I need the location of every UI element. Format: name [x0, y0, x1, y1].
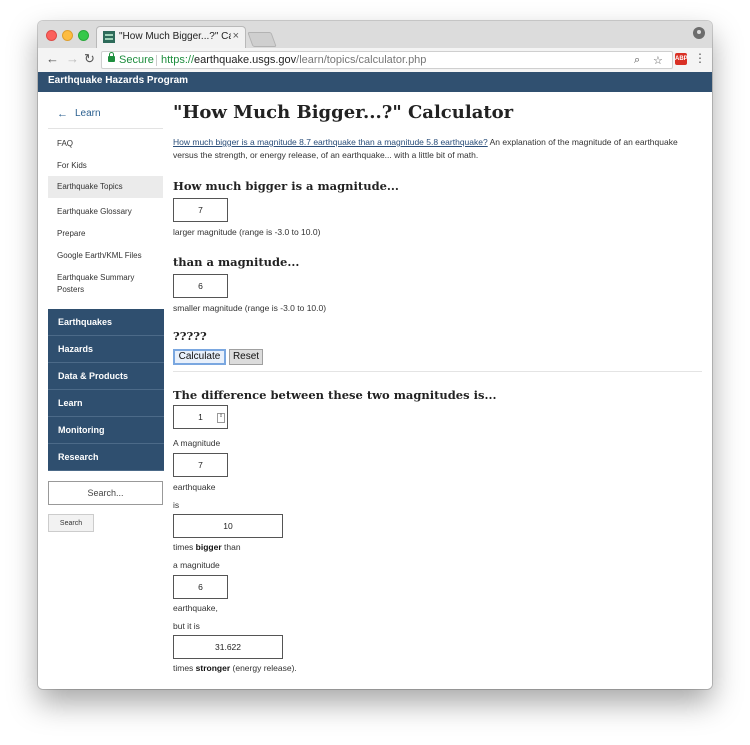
- url-text[interactable]: https://earthquake.usgs.gov/learn/topics…: [161, 54, 426, 66]
- earthquake-comma-label: earthquake,: [173, 603, 218, 613]
- sidebar-back-label: Learn: [75, 108, 101, 119]
- is-label: is: [173, 500, 180, 510]
- profile-icon[interactable]: [693, 27, 705, 39]
- browser-toolbar: ← → ↻ Secure https://earthquake.usgs.gov…: [38, 48, 712, 73]
- url-protocol: https://: [161, 54, 195, 66]
- but-it-is-label: but it is: [173, 621, 200, 631]
- sidebar-item-google-earth[interactable]: Google Earth/KML Files: [48, 248, 163, 264]
- stronger-output[interactable]: 31.622: [173, 635, 283, 659]
- adblock-extension-icon[interactable]: ABP: [675, 53, 688, 65]
- result-large-magnitude[interactable]: 7: [173, 453, 228, 477]
- q2-heading: than a magnitude...: [173, 255, 300, 269]
- bigger-output[interactable]: 10: [173, 514, 283, 538]
- nav-hazards[interactable]: Hazards: [48, 336, 164, 363]
- browser-window: "How Much Bigger...?" Calcula × ← → ↻ Se…: [38, 21, 712, 689]
- reset-button[interactable]: Reset: [229, 349, 263, 365]
- sidebar-item-label: Earthquake Summary: [57, 273, 135, 282]
- reload-icon[interactable]: ↻: [84, 52, 95, 66]
- times-prefix: times: [173, 542, 196, 552]
- larger-magnitude-input[interactable]: 7: [173, 198, 228, 222]
- url-host: earthquake.usgs.gov: [194, 54, 297, 66]
- nav-data-products[interactable]: Data & Products: [48, 363, 164, 390]
- new-tab-button[interactable]: [247, 32, 277, 47]
- page-content: ← Learn FAQ For Kids Earthquake Topics E…: [38, 92, 712, 689]
- nav-learn[interactable]: Learn: [48, 390, 164, 417]
- sidebar-item-label: Earthquake Topics: [57, 182, 123, 191]
- sidebar-item-label: Google Earth/KML Files: [57, 251, 142, 260]
- sidebar-item-for-kids[interactable]: For Kids: [48, 158, 163, 174]
- tab-close-icon[interactable]: ×: [233, 30, 239, 42]
- sidebar-item-prepare[interactable]: Prepare: [48, 226, 163, 242]
- smaller-magnitude-caption: smaller magnitude (range is -3.0 to 10.0…: [173, 303, 327, 313]
- address-separator: [156, 55, 157, 66]
- sidebar-item-label: Earthquake Glossary: [57, 207, 132, 216]
- address-bar[interactable]: Secure https://earthquake.usgs.gov/learn…: [101, 51, 673, 69]
- difference-output[interactable]: 1 ⇕: [173, 405, 228, 429]
- smaller-magnitude-input[interactable]: 6: [173, 274, 228, 298]
- calculate-button[interactable]: Calculate: [173, 349, 226, 365]
- divider: [173, 371, 702, 372]
- a-magnitude-label-2: a magnitude: [173, 560, 220, 570]
- close-window-button[interactable]: [46, 30, 57, 41]
- spinner-icon[interactable]: ⇕: [217, 413, 225, 423]
- sidebar-item-label-2: Posters: [57, 285, 85, 294]
- result-small-magnitude[interactable]: 6: [173, 575, 228, 599]
- intro-paragraph: How much bigger is a magnitude 8.7 earth…: [173, 136, 703, 162]
- banner-title[interactable]: Earthquake Hazards Program: [48, 75, 188, 86]
- nav-research[interactable]: Research: [48, 444, 164, 471]
- forward-icon[interactable]: →: [66, 52, 79, 66]
- sidebar-item-label: For Kids: [57, 161, 87, 170]
- zoom-search-icon[interactable]: ⌕: [634, 54, 640, 67]
- nav-earthquakes[interactable]: Earthquakes: [48, 309, 164, 336]
- nav-monitoring[interactable]: Monitoring: [48, 417, 164, 444]
- sidebar-item-earthquake-glossary[interactable]: Earthquake Glossary: [48, 204, 163, 220]
- stronger-word: stronger: [195, 663, 231, 673]
- stronger-caption: times stronger (energy release).: [173, 663, 297, 673]
- sidebar-item-earthquake-topics[interactable]: Earthquake Topics: [48, 176, 163, 198]
- tab-title: "How Much Bigger...?" Calcula: [119, 31, 231, 42]
- bigger-caption: times bigger than: [173, 542, 241, 552]
- difference-value: 1: [198, 412, 203, 422]
- url-path: /learn/topics/calculator.php: [296, 54, 427, 66]
- maximize-window-button[interactable]: [78, 30, 89, 41]
- bigger-word: bigger: [195, 542, 222, 552]
- times-prefix-2: times: [173, 663, 196, 673]
- page-title: "How Much Bigger...?" Calculator: [173, 102, 514, 123]
- result-heading: The difference between these two magnitu…: [173, 388, 497, 402]
- lock-icon: [108, 52, 115, 62]
- browser-menu-icon[interactable]: ⋮: [694, 51, 706, 65]
- back-icon[interactable]: ←: [46, 52, 59, 66]
- usgs-favicon-icon: [103, 31, 115, 43]
- minimize-window-button[interactable]: [62, 30, 73, 41]
- search-button[interactable]: Search: [48, 514, 94, 532]
- browser-tab[interactable]: "How Much Bigger...?" Calcula ×: [96, 26, 246, 48]
- tab-bar: "How Much Bigger...?" Calcula ×: [38, 21, 712, 48]
- sidebar-back-link[interactable]: ← Learn: [48, 106, 163, 129]
- q3-heading: ?????: [173, 329, 207, 343]
- than-suffix: than: [221, 542, 241, 552]
- larger-magnitude-caption: larger magnitude (range is -3.0 to 10.0): [173, 227, 321, 237]
- sidebar-item-summary-posters[interactable]: Earthquake Summary Posters: [48, 270, 163, 298]
- q1-heading: How much bigger is a magnitude...: [173, 179, 399, 193]
- back-arrow-icon: ←: [57, 108, 68, 120]
- search-input[interactable]: Search...: [48, 481, 163, 505]
- intro-link[interactable]: How much bigger is a magnitude 8.7 earth…: [173, 137, 488, 147]
- sidebar-item-faq[interactable]: FAQ: [48, 136, 163, 152]
- sidebar-item-label: FAQ: [57, 139, 74, 148]
- secure-label: Secure: [119, 54, 154, 66]
- energy-suffix: (energy release).: [230, 663, 297, 673]
- site-banner: Earthquake Hazards Program: [38, 72, 712, 92]
- sidebar-item-label: Prepare: [57, 229, 86, 238]
- sidebar-main-nav: Earthquakes Hazards Data & Products Lear…: [48, 309, 164, 471]
- bookmark-star-icon[interactable]: ☆: [653, 54, 663, 67]
- a-magnitude-label: A magnitude: [173, 438, 221, 448]
- earthquake-label: earthquake: [173, 482, 216, 492]
